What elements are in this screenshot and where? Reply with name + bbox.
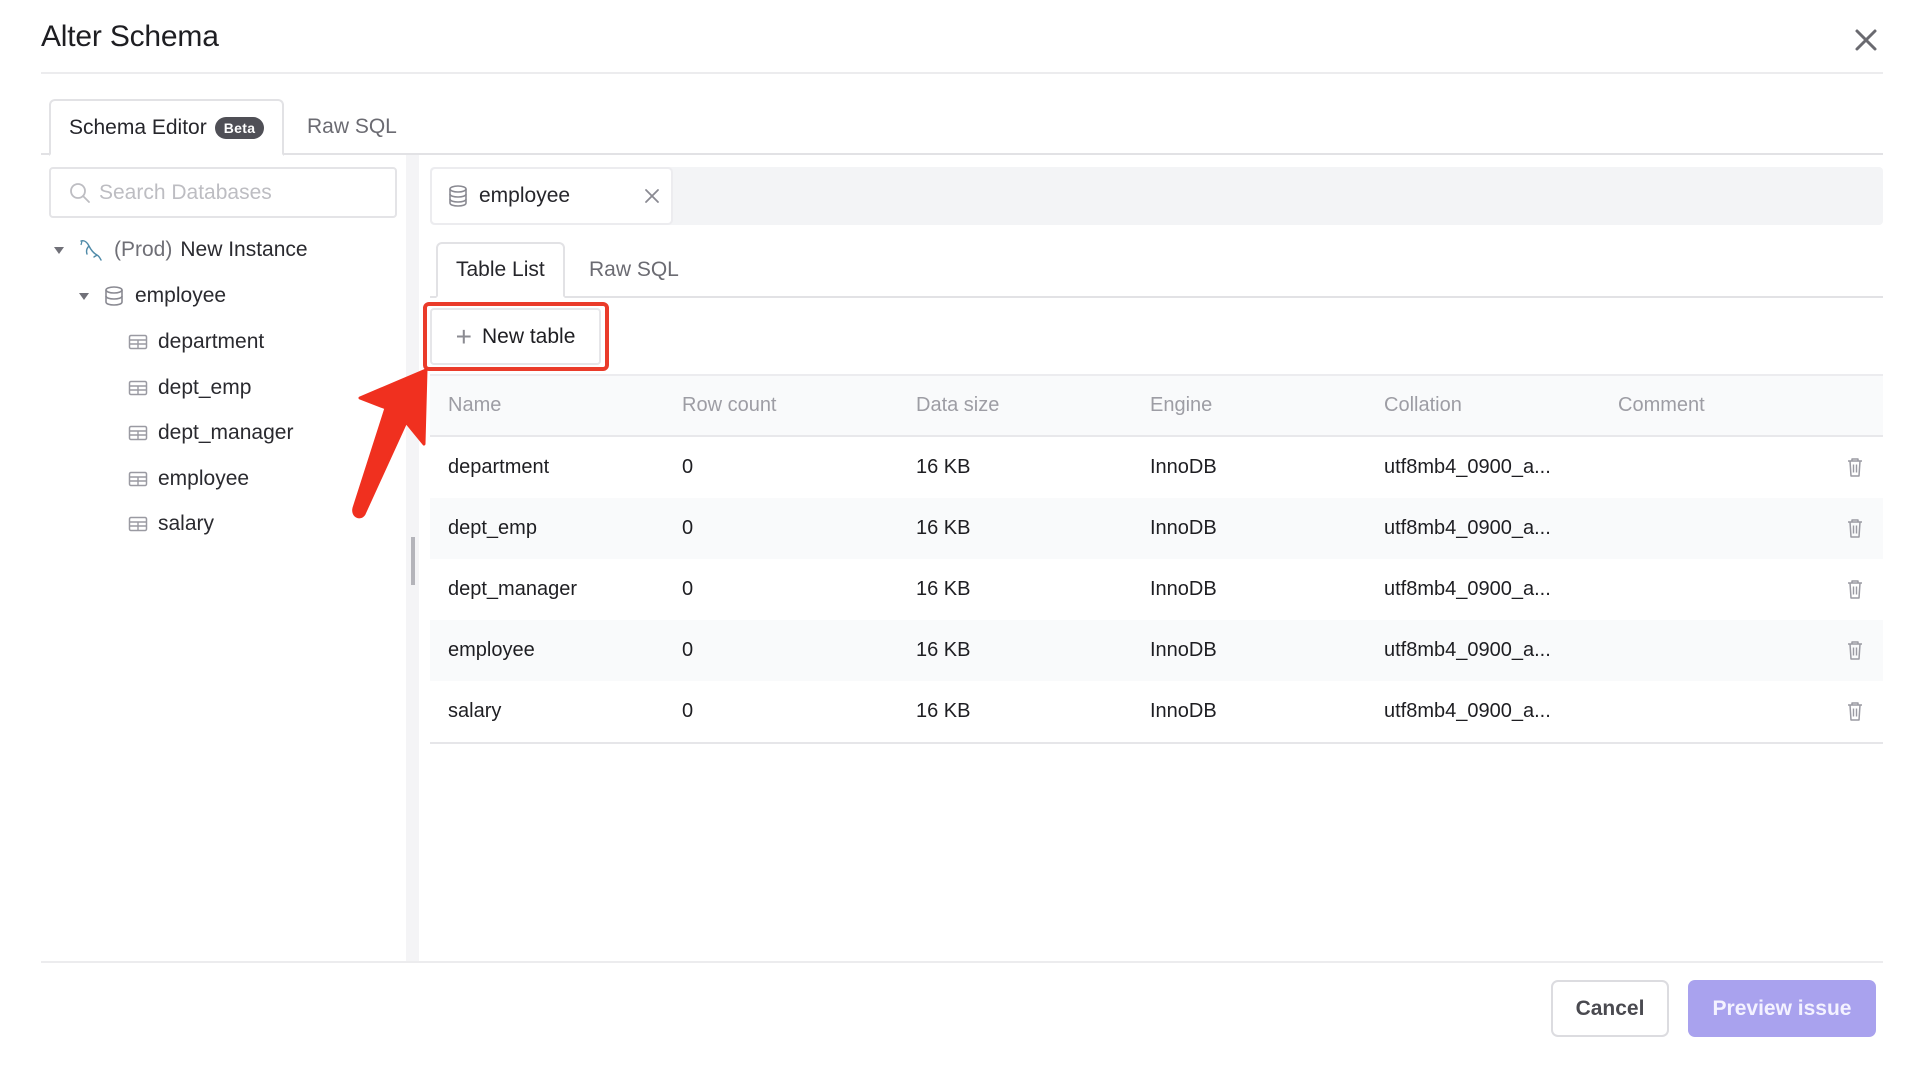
table-name: employee xyxy=(158,466,250,490)
tree-table-salary[interactable]: salary xyxy=(128,504,214,544)
instance-env: (Prod) xyxy=(114,238,173,261)
tab-inner-raw-sql[interactable]: Raw SQL xyxy=(571,242,697,298)
cell-row-count: 0 xyxy=(682,639,694,661)
column-header-name[interactable]: Name xyxy=(448,394,501,417)
close-icon[interactable] xyxy=(643,187,661,205)
table-row[interactable]: dept_manager 0 16 KB InnoDB utf8mb4_0900_a..… xyxy=(430,559,1883,620)
tab-label: Table List xyxy=(456,258,545,281)
resize-handle[interactable] xyxy=(411,537,415,585)
trash-icon[interactable] xyxy=(1845,456,1865,483)
beta-badge: Beta xyxy=(214,116,265,139)
close-icon xyxy=(1855,29,1877,51)
column-header-row-count[interactable]: Row count xyxy=(682,394,777,417)
table-icon xyxy=(128,334,148,350)
cell-collation: utf8mb4_0900_a... xyxy=(1384,700,1551,722)
search-databases-field[interactable] xyxy=(49,167,397,218)
column-header-data-size[interactable]: Data size xyxy=(916,394,999,417)
cell-name: department xyxy=(448,456,550,478)
tree-instance[interactable]: (Prod) New Instance xyxy=(54,230,308,270)
cell-engine: InnoDB xyxy=(1150,639,1217,661)
table-name: dept_manager xyxy=(158,421,294,444)
table-icon xyxy=(128,380,148,396)
table-icon xyxy=(128,516,148,532)
cell-collation: utf8mb4_0900_a... xyxy=(1384,639,1551,661)
cell-data-size: 16 KB xyxy=(916,639,971,661)
cell-row-count: 0 xyxy=(682,700,694,722)
tree-table-dept-manager[interactable]: dept_manager xyxy=(128,413,293,453)
tab-schema-editor[interactable]: Schema Editor Beta xyxy=(49,99,285,156)
cell-name: dept_emp xyxy=(448,517,537,539)
cell-collation: utf8mb4_0900_a... xyxy=(1384,578,1551,600)
trash-icon[interactable] xyxy=(1845,639,1865,666)
cell-engine: InnoDB xyxy=(1150,578,1217,600)
database-name: employee xyxy=(135,284,227,307)
mysql-dolphin-icon xyxy=(78,237,104,263)
cell-data-size: 16 KB xyxy=(916,517,971,539)
table-icon xyxy=(128,471,148,487)
table-row[interactable]: salary 0 16 KB InnoDB utf8mb4_0900_a... xyxy=(430,681,1883,742)
table-bottom-border xyxy=(430,742,1883,744)
new-table-label: New table xyxy=(481,324,576,348)
table-header: Name Row count Data size Engine Collatio… xyxy=(430,374,1883,437)
new-table-button[interactable]: + New table xyxy=(430,308,601,365)
tree-table-dept-emp[interactable]: dept_emp xyxy=(128,368,251,408)
tab-raw-sql[interactable]: Raw SQL xyxy=(289,99,415,155)
instance-name: New Instance xyxy=(180,238,308,261)
tab-label: Schema Editor xyxy=(69,115,207,139)
cell-row-count: 0 xyxy=(682,517,694,539)
table-list: Name Row count Data size Engine Collatio… xyxy=(430,374,1883,744)
table-icon xyxy=(128,425,148,441)
trash-icon[interactable] xyxy=(1845,700,1865,727)
cell-engine: InnoDB xyxy=(1150,517,1217,539)
tree-database[interactable]: employee xyxy=(79,276,226,316)
tab-label: Raw SQL xyxy=(589,258,679,281)
table-name: department xyxy=(158,330,265,353)
cell-engine: InnoDB xyxy=(1150,700,1217,722)
cell-name: salary xyxy=(448,700,502,722)
table-body: department 0 16 KB InnoDB utf8mb4_0900_a... d… xyxy=(430,437,1883,742)
footer-divider xyxy=(41,961,1883,963)
tree-table-department[interactable]: department xyxy=(128,322,264,362)
chevron-down-icon[interactable] xyxy=(79,292,89,300)
plus-icon: + xyxy=(455,320,472,352)
dialog-title: Alter Schema xyxy=(41,20,219,53)
tree-table-employee[interactable]: employee xyxy=(128,459,249,499)
cell-row-count: 0 xyxy=(682,578,694,600)
close-button[interactable] xyxy=(1850,24,1882,56)
tab-table-list[interactable]: Table List xyxy=(436,242,565,298)
preview-issue-button[interactable]: Preview issue xyxy=(1688,980,1876,1037)
database-icon xyxy=(447,184,469,208)
cell-data-size: 16 KB xyxy=(916,578,971,600)
column-header-collation[interactable]: Collation xyxy=(1384,394,1462,417)
column-header-comment[interactable]: Comment xyxy=(1618,394,1705,417)
trash-icon[interactable] xyxy=(1845,517,1865,544)
table-name: salary xyxy=(158,512,215,535)
header-divider xyxy=(41,72,1883,74)
database-icon xyxy=(103,285,125,307)
cancel-button[interactable]: Cancel xyxy=(1551,980,1669,1037)
table-name: dept_emp xyxy=(158,375,252,399)
cell-name: dept_manager xyxy=(448,578,577,600)
database-chip-label: employee xyxy=(479,184,571,207)
cell-row-count: 0 xyxy=(682,456,694,478)
cell-data-size: 16 KB xyxy=(916,700,971,722)
table-row[interactable]: employee 0 16 KB InnoDB utf8mb4_0900_a... xyxy=(430,620,1883,681)
cell-data-size: 16 KB xyxy=(916,456,971,478)
search-icon xyxy=(70,182,90,203)
table-row[interactable]: dept_emp 0 16 KB InnoDB utf8mb4_0900_a... xyxy=(430,498,1883,559)
chevron-down-icon[interactable] xyxy=(54,246,64,254)
trash-icon[interactable] xyxy=(1845,578,1865,605)
cell-engine: InnoDB xyxy=(1150,456,1217,478)
cell-name: employee xyxy=(448,639,535,661)
database-chip-employee[interactable]: employee xyxy=(430,167,673,225)
table-row[interactable]: department 0 16 KB InnoDB utf8mb4_0900_a... xyxy=(430,437,1883,498)
search-input[interactable] xyxy=(99,180,379,205)
cell-collation: utf8mb4_0900_a... xyxy=(1384,456,1551,478)
column-header-engine[interactable]: Engine xyxy=(1150,394,1212,417)
tab-label: Raw SQL xyxy=(307,115,397,138)
cell-collation: utf8mb4_0900_a... xyxy=(1384,517,1551,539)
